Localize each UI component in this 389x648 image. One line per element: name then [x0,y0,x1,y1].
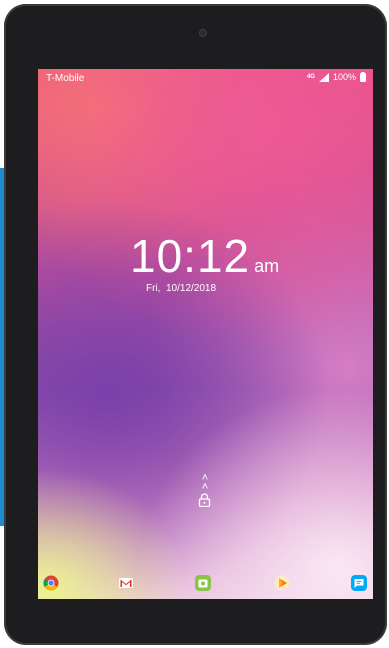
status-bar: T-Mobile 4G 100% [38,69,373,87]
chrome-icon[interactable] [43,575,59,591]
swipe-up-chevron-icon: ˄ ˄ [201,472,209,493]
play-music-icon[interactable] [274,575,290,591]
lock-date: Fri, 10/12/2018 [146,283,217,294]
messages-icon[interactable] [351,575,367,591]
lock-clock: 10:12 am [130,229,279,283]
gmail-icon[interactable] [118,575,134,591]
lock-icon[interactable] [198,493,211,507]
lock-screen[interactable]: T-Mobile 4G 100% 10:12 am Fri, 10/12/201… [38,69,373,599]
clock-time: 10:12 [130,230,251,282]
clock-ampm: am [254,256,280,276]
battery-icon [360,72,366,82]
tablet-device: T-Mobile 4G 100% 10:12 am Fri, 10/12/201… [4,4,387,645]
camera-icon[interactable] [195,575,211,591]
signal-icon [318,72,329,82]
carrier-label: T-Mobile [46,73,85,84]
network-badge-icon: 4G [306,74,315,80]
front-camera [200,30,206,36]
battery-percent: 100% [332,72,356,82]
status-indicators: 4G 100% [307,72,366,82]
